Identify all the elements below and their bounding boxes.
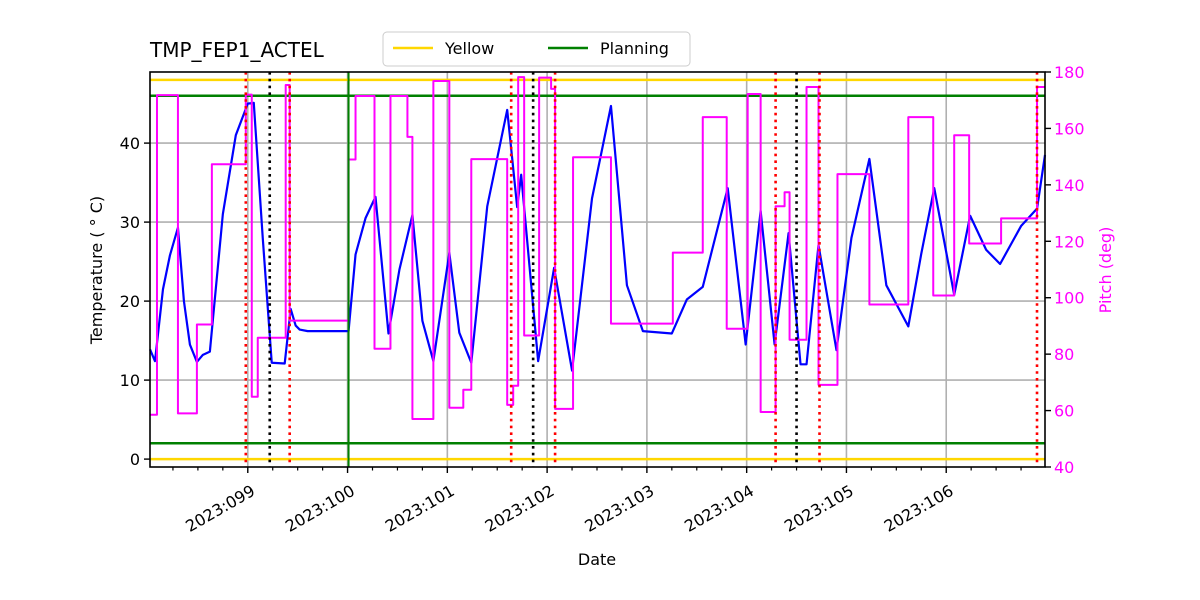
x-tick-label: 2023:106	[881, 481, 957, 536]
x-ticks: 2023:099 2023:100 2023:101 2023:102 2023:103…	[172, 467, 1022, 536]
y-tick-label: 30	[120, 213, 140, 232]
y2-tick-label: 120	[1054, 232, 1085, 251]
legend-label-yellow: Yellow	[444, 39, 494, 58]
y2-tick-label: 80	[1054, 345, 1074, 364]
x-tick-label: 2023:105	[781, 481, 857, 536]
y2-tick-label: 180	[1054, 63, 1085, 82]
axes-frame	[149, 71, 1046, 468]
chart: 2023:099 2023:100 2023:101 2023:102 2023:103…	[87, 31, 1115, 569]
y-ticks: 0 10 20 30 40	[120, 134, 150, 469]
legend-label-planning: Planning	[600, 39, 669, 58]
y2-tick-label: 60	[1054, 402, 1074, 421]
grid	[150, 72, 1045, 467]
y2-ticks: 40 60 80 100 120 140 160 180	[1045, 63, 1085, 477]
x-tick-label: 2023:103	[581, 481, 657, 536]
threshold-lines	[150, 78, 1045, 461]
x-axis-title: Date	[578, 550, 616, 569]
y2-tick-label: 160	[1054, 119, 1085, 138]
y-tick-label: 20	[120, 292, 140, 311]
chart-title: TMP_FEP1_ACTEL	[149, 38, 325, 62]
x-tick-label: 2023:100	[282, 481, 358, 536]
y-tick-label: 10	[120, 371, 140, 390]
y2-axis-title: Pitch (deg)	[1096, 227, 1115, 314]
legend: Yellow Planning	[382, 31, 691, 67]
x-tick-label: 2023:102	[482, 481, 558, 536]
y-tick-label: 40	[120, 134, 140, 153]
y-tick-label: 0	[130, 450, 140, 469]
y2-tick-label: 40	[1054, 458, 1074, 477]
series	[148, 76, 1047, 421]
series-pitch	[150, 76, 1045, 421]
y2-tick-label: 140	[1054, 176, 1085, 195]
y2-tick-label: 100	[1054, 289, 1085, 308]
y-axis-title: Temperature ( ° C)	[87, 196, 106, 345]
x-tick-label: 2023:101	[382, 481, 458, 536]
x-tick-label: 2023:099	[182, 481, 258, 536]
x-tick-label: 2023:104	[681, 481, 757, 536]
